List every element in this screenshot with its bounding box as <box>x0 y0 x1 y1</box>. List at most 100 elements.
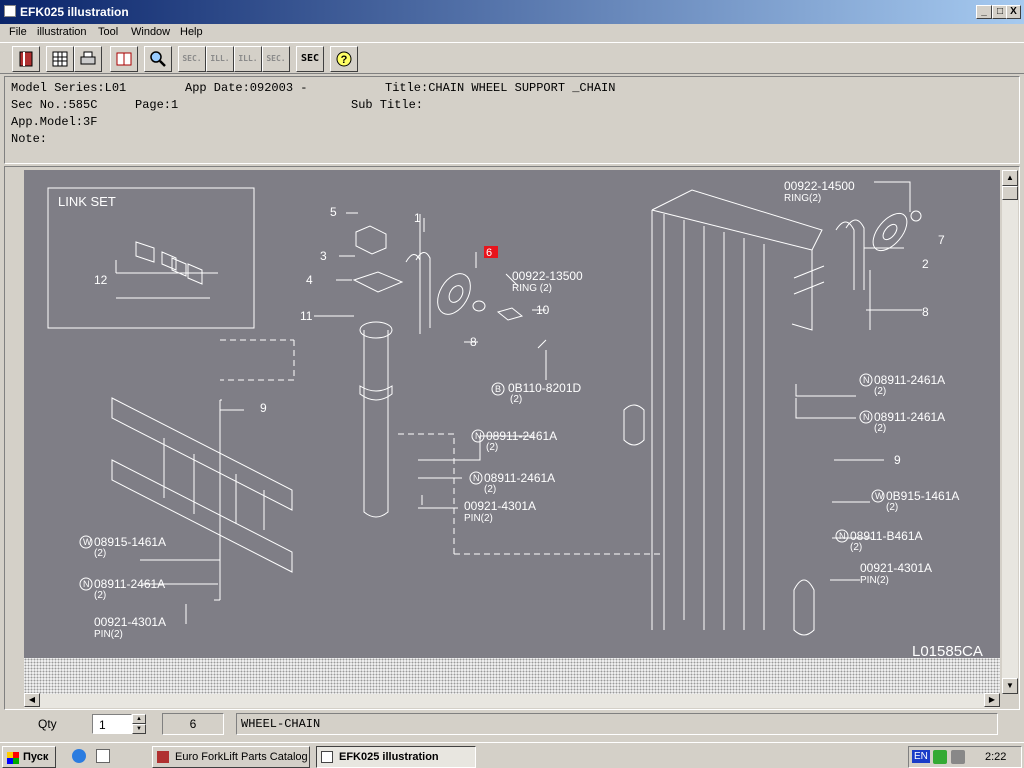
part-washer-1461-left[interactable]: 08915-1461A <box>94 535 166 549</box>
menu-window[interactable]: Window <box>131 26 170 38</box>
callout-8-left[interactable]: 8 <box>470 335 477 349</box>
task-parts-catalog[interactable]: Euro ForkLift Parts Catalog <box>152 746 310 768</box>
qty-down-button[interactable]: ▼ <box>132 724 146 734</box>
part-nut-2461-right1[interactable]: 08911-2461A <box>874 373 945 387</box>
tray-network-icon[interactable] <box>933 750 947 764</box>
link-set-box <box>47 187 255 329</box>
parts-illustration[interactable]: 5 3 4 11 1 8 10 9 12 7 2 8 9 6 LINK SET … <box>24 170 1000 658</box>
drawing-margin-pattern <box>24 658 1000 694</box>
printer-icon <box>80 51 96 65</box>
part-pin-mid[interactable]: 00921-4301A <box>464 499 536 513</box>
scroll-down-button[interactable]: ▼ <box>1002 678 1018 694</box>
link-set-label: LINK SET <box>58 194 116 209</box>
sub-title: Sub Title: <box>351 98 424 112</box>
catalog-task-icon <box>157 751 169 763</box>
marker-n-right3: N <box>839 531 846 541</box>
task-efk025-illustration[interactable]: EFK025 illustration <box>316 746 476 768</box>
model-series: Model Series:L01 <box>11 81 127 95</box>
drawing-id: L01585CA <box>912 643 983 658</box>
open-book-button[interactable] <box>110 46 138 72</box>
part-ring-14500[interactable]: 00922-14500 <box>784 179 855 193</box>
callout-7[interactable]: 7 <box>938 233 945 247</box>
title-bar[interactable]: EFK025 illustration _ □ X <box>0 0 1024 24</box>
close-button[interactable]: X <box>1006 5 1021 19</box>
scroll-up-button[interactable]: ▲ <box>1002 170 1018 186</box>
sec-no: Sec No.:585C <box>11 98 98 112</box>
scroll-left-button[interactable]: ◀ <box>24 693 40 707</box>
app-icon <box>4 5 16 17</box>
next-ill-button[interactable]: ILL. <box>234 46 262 72</box>
system-tray: EN 2:22 <box>908 746 1022 768</box>
part-pin-right[interactable]: 00921-4301A <box>860 561 932 575</box>
part-nut-2461-left[interactable]: 08911-2461A <box>94 577 165 591</box>
part-ring-13500-qty: RING (2) <box>512 283 552 294</box>
task-parts-catalog-label: Euro ForkLift Parts Catalog <box>175 751 308 763</box>
start-button[interactable]: Пуск <box>2 746 56 768</box>
next-sec-button[interactable]: SEC. <box>262 46 290 72</box>
marker-n-left: N <box>83 579 90 589</box>
callout-11[interactable]: 11 <box>300 309 313 323</box>
info-panel: Model Series:L01 App Date:092003 - Title… <box>4 76 1020 164</box>
language-indicator[interactable]: EN <box>912 750 930 763</box>
callout-8-right[interactable]: 8 <box>922 305 929 319</box>
callout-5[interactable]: 5 <box>330 205 337 219</box>
task-efk025-label: EFK025 illustration <box>339 751 439 763</box>
grid-button[interactable] <box>46 46 74 72</box>
callout-1[interactable]: 1 <box>414 211 421 225</box>
clock[interactable]: 2:22 <box>985 751 1006 763</box>
catalog-book-button[interactable] <box>12 46 40 72</box>
menu-bar: File illustration Tool Window Help <box>0 24 1024 42</box>
page-title: Title:CHAIN WHEEL SUPPORT _CHAIN <box>385 81 616 95</box>
part-nut-2461-mid2[interactable]: 08911-2461A <box>484 471 555 485</box>
minimize-button[interactable]: _ <box>976 5 992 19</box>
browser-quicklaunch-icon[interactable] <box>72 749 86 763</box>
prev-sec-button[interactable]: SEC. <box>178 46 206 72</box>
help-button[interactable]: ? <box>330 46 358 72</box>
marker-n-mid1: N <box>475 431 482 441</box>
page-number: Page:1 <box>135 98 179 112</box>
part-ring-13500[interactable]: 00922-13500 <box>512 269 583 283</box>
part-nut-2461-mid2-qty: (2) <box>484 484 496 495</box>
tray-device-icon[interactable] <box>951 750 965 764</box>
part-nut-8461-right[interactable]: 08911-B461A <box>850 529 923 543</box>
menu-help[interactable]: Help <box>180 26 203 38</box>
prev-ill-button[interactable]: ILL. <box>206 46 234 72</box>
qty-input[interactable]: 1 <box>92 714 132 734</box>
part-nut-2461-left-qty: (2) <box>94 590 106 601</box>
desktop-quicklaunch-icon[interactable] <box>96 749 110 763</box>
help-icon: ? <box>336 51 352 67</box>
qty-stepper[interactable]: ▲ ▼ <box>132 714 146 734</box>
vertical-scroll-thumb[interactable] <box>1002 186 1018 200</box>
marker-w-right: W <box>875 491 884 501</box>
part-pin-left[interactable]: 00921-4301A <box>94 615 166 629</box>
menu-file[interactable]: File <box>9 26 27 38</box>
app-date: App Date:092003 - <box>185 81 308 95</box>
scroll-right-button[interactable]: ▶ <box>984 693 1000 707</box>
callout-2[interactable]: 2 <box>922 257 929 271</box>
note: Note: <box>11 132 48 146</box>
callout-6[interactable]: 6 <box>486 247 492 259</box>
callout-10[interactable]: 10 <box>536 303 550 317</box>
part-pin-right-qty: PIN(2) <box>860 575 889 586</box>
callout-12[interactable]: 12 <box>94 273 108 287</box>
vertical-scrollbar[interactable]: ▲ ▼ <box>1002 170 1018 694</box>
part-nut-2461-mid1[interactable]: 08911-2461A <box>486 429 557 443</box>
menu-tool[interactable]: Tool <box>98 26 118 38</box>
callout-3[interactable]: 3 <box>320 249 327 263</box>
sec-query-button[interactable]: SEC <box>296 46 324 72</box>
selected-part-name: WHEEL-CHAIN <box>236 713 998 735</box>
search-button[interactable] <box>144 46 172 72</box>
menu-illustration[interactable]: illustration <box>37 26 87 38</box>
callout-4[interactable]: 4 <box>306 273 313 287</box>
horizontal-scrollbar[interactable]: ◀ ▶ <box>24 693 1000 708</box>
part-washer-1461-right[interactable]: 0B915-1461A <box>886 489 959 503</box>
qty-up-button[interactable]: ▲ <box>132 714 146 724</box>
print-button[interactable] <box>74 46 102 72</box>
taskbar: Пуск Euro ForkLift Parts Catalog EFK025 … <box>0 742 1024 768</box>
part-bolt-8201[interactable]: 0B110-8201D <box>508 381 582 395</box>
part-selection-bar: Qty 1 ▲ ▼ 6 WHEEL-CHAIN <box>0 710 1024 740</box>
callout-9-right[interactable]: 9 <box>894 453 901 467</box>
part-bolt-8201-qty: (2) <box>510 394 522 405</box>
part-nut-2461-right2[interactable]: 08911-2461A <box>874 410 945 424</box>
callout-9-left[interactable]: 9 <box>260 401 267 415</box>
